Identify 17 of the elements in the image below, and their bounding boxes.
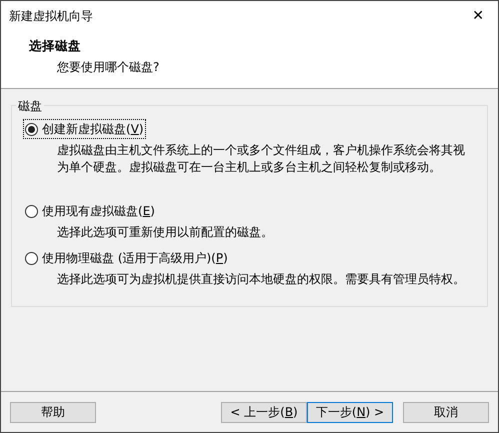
next-button[interactable]: 下一步(N) > <box>307 402 393 422</box>
page-heading: 选择磁盘 <box>29 37 82 55</box>
radio-button[interactable] <box>25 204 38 218</box>
option-description: 选择此选项可重新使用以前配置的磁盘。 <box>56 224 274 241</box>
back-button[interactable]: < 上一步(B) <box>221 402 307 422</box>
window-title: 新建虚拟机向导 <box>9 8 93 25</box>
radio-option[interactable]: 使用现有虚拟磁盘(E) <box>24 202 156 220</box>
radio-button[interactable] <box>25 122 38 136</box>
cancel-button[interactable]: 取消 <box>403 402 489 422</box>
page-subtitle: 您要使用哪个磁盘? <box>56 58 160 76</box>
close-button[interactable]: ✕ <box>468 9 488 23</box>
radio-option[interactable]: 创建新虚拟磁盘(V) <box>24 120 145 138</box>
option-description: 选择此选项可为虚拟机提供直接访问本地硬盘的权限。需要具有管理员特权。 <box>56 271 466 288</box>
radio-button[interactable] <box>25 252 38 264</box>
option-description: 虚拟磁盘由主机文件系统上的一个或多个文件组成，客户机操作系统会将其视为单个硬盘。虚拟磁盘可在一台主机上或多台主机之间轻松复制或移动。 <box>56 142 466 176</box>
radio-option[interactable]: 使用物理磁盘 (适用于高级用户)(P) <box>24 249 229 267</box>
help-button[interactable]: 帮助 <box>10 402 96 422</box>
